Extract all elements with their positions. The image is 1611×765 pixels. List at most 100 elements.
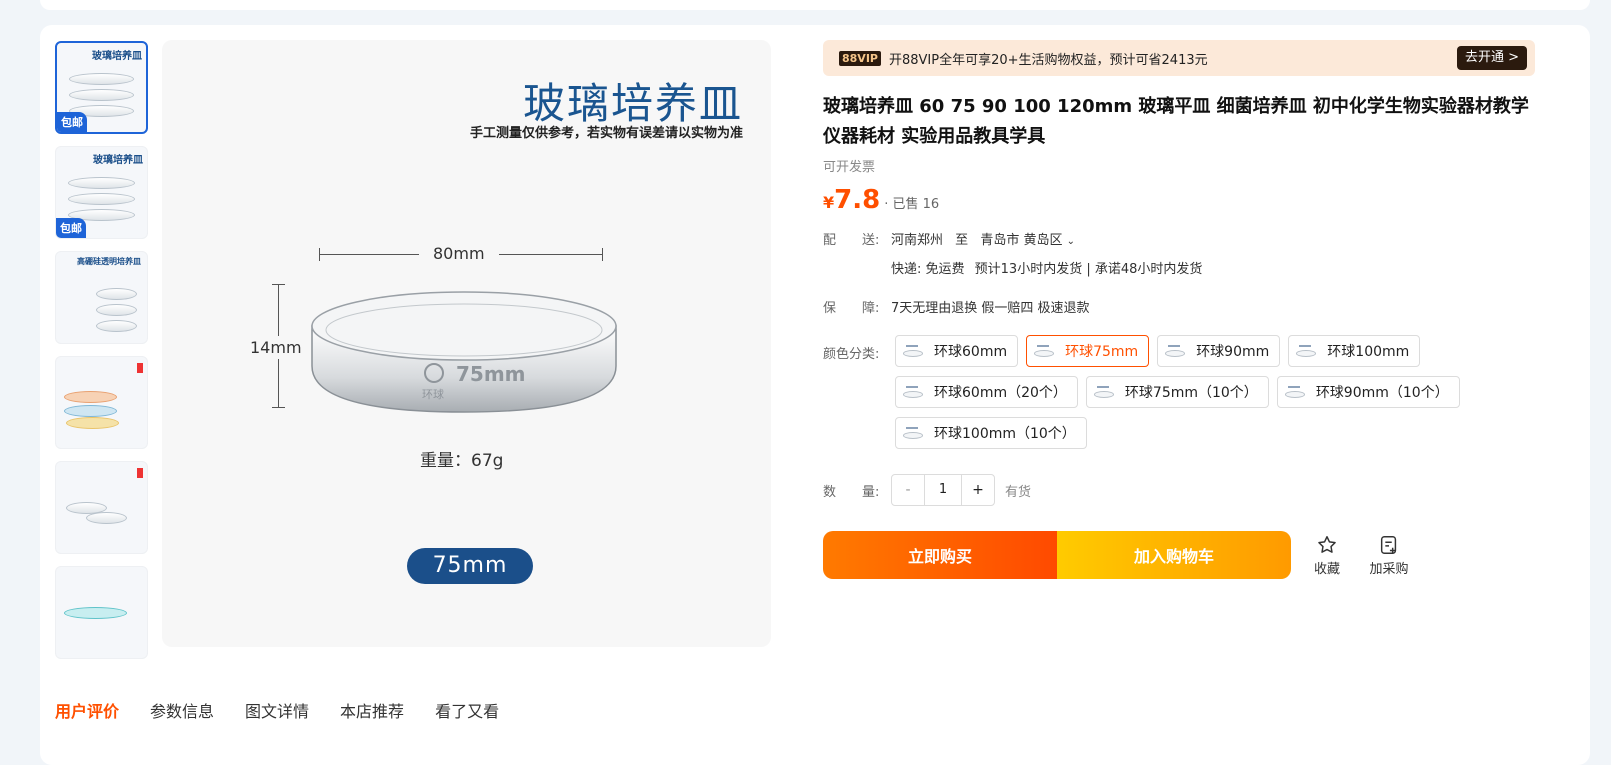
product-title: 玻璃培养皿 60 75 90 100 120mm 玻璃平皿 细菌培养皿 初中化学…: [823, 96, 1529, 147]
dish-graphic: [96, 320, 137, 332]
guarantee-label: 保 障:: [823, 301, 880, 316]
quantity-row: 数 量: - 1 + 有货: [823, 473, 1535, 507]
delivery-destination-selector[interactable]: 青岛市 黄岛区 ⌄: [980, 233, 1075, 248]
option-item[interactable]: 环球100mm: [1288, 335, 1421, 367]
currency-symbol: ¥: [823, 193, 835, 212]
price: 7.8: [834, 185, 881, 215]
dish-brand-mark: 环球: [422, 388, 444, 401]
shipping-fee: 快递: 免运费: [891, 262, 965, 277]
delivery-from: 河南郑州: [891, 233, 944, 248]
option-item-selected[interactable]: 环球75mm: [1026, 335, 1150, 367]
thumbnail-title: 高硼硅透明培养皿: [77, 257, 141, 266]
star-icon: [1318, 535, 1336, 553]
add-to-purchase-button[interactable]: 加采购: [1367, 534, 1411, 577]
increase-button[interactable]: +: [962, 475, 994, 505]
option-item[interactable]: 环球90mm: [1157, 335, 1281, 367]
thumbnail-6[interactable]: [55, 566, 148, 659]
vip-banner: 88VIP 开88VIP全年可享20+生活购物权益，预计可省2413元 去开通 …: [823, 40, 1535, 76]
option-item[interactable]: 环球90mm（10个）: [1276, 376, 1460, 408]
dish-graphic: [68, 193, 135, 205]
tab-reviews[interactable]: 用户评价: [55, 698, 119, 722]
thumbnail-3[interactable]: 高硼硅透明培养皿: [55, 251, 148, 344]
option-label: 环球90mm: [1196, 344, 1270, 360]
quantity-input[interactable]: 1: [924, 475, 962, 505]
option-thumb-icon: [1295, 344, 1317, 358]
option-label: 环球75mm（10个）: [1124, 385, 1258, 401]
thumbnail-list: 玻璃培养皿 包邮 玻璃培养皿 包邮 高硼硅透明培养皿: [55, 41, 148, 671]
weight-label: 重量：67g: [420, 451, 504, 471]
dish-graphic: [64, 607, 127, 619]
invoice-label: 可开发票: [823, 160, 876, 175]
dish-graphic: [96, 288, 137, 300]
buy-now-button[interactable]: 立即购买: [823, 531, 1057, 579]
thumbnail-4[interactable]: [55, 356, 148, 449]
options-row: 颜色分类: 环球60mm 环球75mm 环球90mm 环球100mm 环球60m…: [823, 335, 1535, 449]
option-thumb-icon: [1093, 385, 1114, 399]
shipping-eta: 预计13小时内发货 | 承诺48小时内发货: [974, 262, 1203, 277]
dimension-tick: [602, 248, 603, 261]
decrease-button[interactable]: -: [892, 475, 924, 505]
dish-graphic: [68, 177, 135, 189]
dish-graphic: [69, 89, 134, 101]
option-thumb-icon: [1164, 344, 1186, 358]
tab-parameters[interactable]: 参数信息: [150, 698, 214, 722]
dimension-tick: [272, 284, 285, 285]
thumbnail-1[interactable]: 玻璃培养皿 包邮: [55, 41, 148, 134]
favorite-button[interactable]: 收藏: [1309, 534, 1345, 577]
thumbnail-title: 玻璃培养皿: [92, 51, 142, 62]
tab-also-viewed[interactable]: 看了又看: [435, 698, 499, 722]
top-card-edge: [40, 0, 1590, 10]
option-label: 环球100mm（10个）: [934, 426, 1076, 442]
thumbnail-title: 玻璃培养皿: [93, 155, 143, 166]
delivery-to-word: 至: [955, 233, 969, 248]
option-thumb-icon: [902, 385, 923, 399]
size-pill: 75mm: [407, 548, 533, 584]
add-to-cart-button[interactable]: 加入购物车: [1057, 531, 1291, 579]
dish-graphic: [86, 512, 127, 524]
thumbnail-red-tag: [136, 468, 143, 478]
free-shipping-badge: 包邮: [57, 112, 87, 132]
delivery-label: 配 送:: [823, 233, 880, 248]
detail-tabs: 用户评价 参数信息 图文详情 本店推荐 看了又看: [55, 698, 530, 722]
option-item[interactable]: 环球60mm（20个）: [895, 376, 1078, 408]
option-thumb-icon: [1284, 385, 1305, 399]
dish-size-mark: 75mm: [456, 362, 526, 386]
tab-shop-recommend[interactable]: 本店推荐: [340, 698, 404, 722]
height-dimension-label: 14mm: [250, 336, 302, 359]
option-thumb-icon: [1033, 344, 1055, 358]
image-subtitle: 手工测量仅供参考，若实物有误差请以实物为准: [469, 126, 743, 141]
option-thumb-icon: [902, 344, 923, 358]
tab-details[interactable]: 图文详情: [245, 698, 309, 722]
option-label: 环球60mm（20个）: [934, 385, 1067, 401]
option-item[interactable]: 环球75mm（10个）: [1085, 376, 1269, 408]
vip-badge: 88VIP: [839, 50, 881, 66]
favorite-label: 收藏: [1313, 561, 1340, 577]
dish-graphic: [66, 417, 119, 429]
quantity-label: 数 量:: [823, 484, 880, 500]
option-list: 环球60mm 环球75mm 环球90mm 环球100mm 环球60mm（20个）…: [895, 335, 1535, 449]
purchase-label: 加采购: [1369, 561, 1409, 577]
dish-graphic: [96, 304, 137, 316]
delivery-row: 配 送: 河南郑州 至 青岛市 黄岛区 ⌄ 快递: 免运费 预计13小时内发货 …: [823, 229, 1535, 279]
free-shipping-badge: 包邮: [56, 218, 86, 238]
option-label: 环球100mm: [1327, 344, 1410, 360]
product-info: 88VIP 开88VIP全年可享20+生活购物权益，预计可省2413元 去开通 …: [823, 40, 1535, 579]
thumbnail-2[interactable]: 玻璃培养皿 包邮: [55, 146, 148, 239]
action-bar: 立即购买 加入购物车 收藏 加采购: [823, 531, 1535, 579]
thumbnail-red-tag: [136, 363, 143, 373]
option-thumb-icon: [902, 426, 923, 440]
thumbnail-5[interactable]: [55, 461, 148, 554]
option-item[interactable]: 环球100mm（10个）: [895, 417, 1087, 449]
dish-graphic: [64, 391, 117, 403]
stock-status: 有货: [1005, 484, 1032, 500]
main-product-image: 玻璃培养皿 手工测量仅供参考，若实物有误差请以实物为准 80mm 14mm 75…: [162, 40, 771, 647]
option-label: 环球60mm: [934, 344, 1008, 360]
quantity-stepper: - 1 +: [891, 474, 995, 506]
petri-dish-illustration: 75mm 环球: [308, 286, 620, 416]
vip-text: 开88VIP全年可享20+生活购物权益，预计可省2413元: [888, 52, 1208, 68]
product-card: 玻璃培养皿 包邮 玻璃培养皿 包邮 高硼硅透明培养皿 玻璃培养皿 手工测量仅供参…: [40, 25, 1590, 765]
dimension-tick: [319, 248, 320, 261]
vip-activate-button[interactable]: 去开通 >: [1456, 46, 1527, 70]
option-item[interactable]: 环球60mm: [895, 335, 1019, 367]
purchase-list-icon: [1380, 535, 1397, 554]
